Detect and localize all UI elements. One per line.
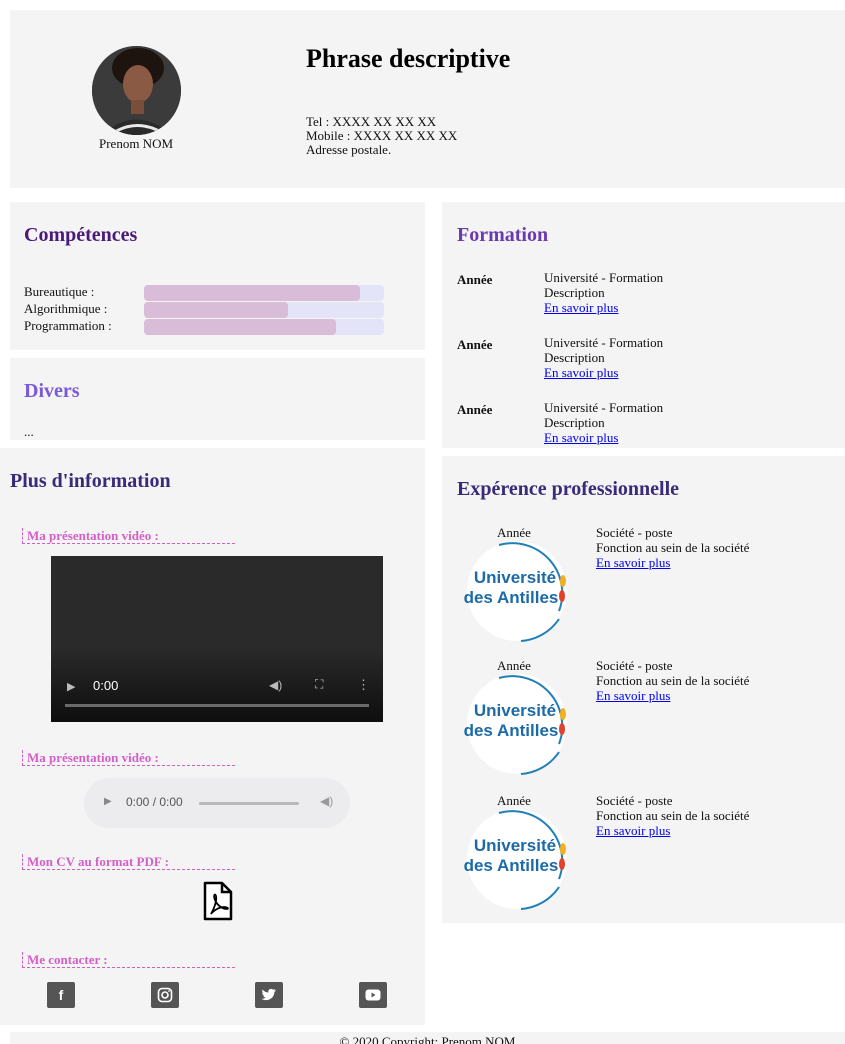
skill-row: Programmation : — [24, 318, 404, 335]
more-options-icon[interactable]: ⋮ — [357, 677, 370, 693]
youtube-icon[interactable] — [359, 982, 387, 1008]
pdf-label: Mon CV au format PDF : — [22, 854, 235, 870]
experience-item: Année Université des Antilles Société - p… — [457, 525, 837, 653]
audio-progress-bar[interactable] — [199, 802, 299, 805]
skill-row: Bureautique : — [24, 284, 404, 301]
play-icon[interactable]: ▶ — [104, 796, 112, 807]
experience-company: Société - poste — [596, 525, 673, 540]
experience-role: Fonction au sein de la société — [596, 673, 750, 688]
svg-text:des Antilles: des Antilles — [464, 721, 559, 740]
skills-section: Compétences Bureautique : Algorithmique … — [10, 202, 425, 350]
svg-text:des Antilles: des Antilles — [464, 588, 559, 607]
education-item: Année Université - Formation Description… — [457, 400, 837, 450]
learn-more-link[interactable]: En savoir plus — [544, 365, 618, 380]
svg-text:Université: Université — [474, 836, 556, 855]
education-desc: Description — [544, 285, 605, 300]
copyright-text: © 2020 Copyright: Prenom NOM — [339, 1034, 516, 1044]
education-school: Université - Formation — [544, 335, 664, 350]
education-item: Année Université - Formation Description… — [457, 335, 837, 385]
volume-icon[interactable]: ◀) — [320, 794, 333, 808]
learn-more-link[interactable]: En savoir plus — [596, 555, 670, 570]
twitter-icon[interactable] — [255, 982, 283, 1008]
svg-text:Université: Université — [474, 701, 556, 720]
experience-item: Année Université des Antilles Société - p… — [457, 658, 837, 786]
contact-info: Tel : XXXX XX XX XX Mobile : XXXX XX XX … — [306, 115, 457, 157]
skill-bar — [144, 285, 384, 301]
experience-title: Expérence professionnelle — [457, 478, 680, 500]
page-title: Phrase descriptive — [306, 44, 511, 73]
education-desc: Description — [544, 350, 605, 365]
more-info-section: Plus d'information Ma présentation vidéo… — [0, 448, 425, 1025]
experience-role: Fonction au sein de la société — [596, 808, 750, 823]
skill-label: Algorithmique : — [24, 301, 108, 316]
fullscreen-icon[interactable]: ⛶ — [315, 677, 323, 692]
video-controls: ▶ 0:00 ◀) ⛶ ⋮ — [51, 672, 383, 722]
education-year: Année — [457, 402, 493, 417]
facebook-icon[interactable]: f — [47, 982, 75, 1008]
experience-company: Société - poste — [596, 658, 673, 673]
audio-time: 0:00 / 0:00 — [126, 795, 183, 809]
volume-icon[interactable]: ◀) — [269, 678, 282, 692]
more-info-title: Plus d'information — [10, 470, 171, 492]
video-label: Ma présentation vidéo : — [22, 528, 235, 544]
education-title: Formation — [457, 224, 549, 246]
misc-title: Divers — [24, 380, 80, 402]
profile-name: Prenom NOM — [98, 136, 174, 151]
experience-item: Année Université des Antilles Société - p… — [457, 793, 837, 921]
skill-bar — [144, 319, 384, 335]
footer: © 2020 Copyright: Prenom NOM — [10, 1032, 845, 1044]
misc-text: ... — [24, 424, 34, 439]
experience-section: Expérence professionnelle Année Universi… — [442, 456, 845, 923]
instagram-icon[interactable] — [151, 982, 179, 1008]
mobile: Mobile : XXXX XX XX XX — [306, 128, 458, 143]
learn-more-link[interactable]: En savoir plus — [596, 688, 670, 703]
misc-section: Divers ... — [10, 358, 425, 440]
profile-header: Prenom NOM Phrase descriptive Tel : XXXX… — [10, 10, 845, 188]
skill-label: Programmation : — [24, 318, 112, 333]
learn-more-link[interactable]: En savoir plus — [544, 430, 618, 445]
university-logo: Université des Antilles — [459, 539, 575, 643]
education-desc: Description — [544, 415, 605, 430]
audio-label: Ma présentation vidéo : — [22, 750, 235, 766]
learn-more-link[interactable]: En savoir plus — [596, 823, 670, 838]
svg-text:Université: Université — [474, 568, 556, 587]
video-progress-bar[interactable] — [65, 704, 369, 707]
university-logo: Université des Antilles — [459, 672, 575, 776]
experience-company: Société - poste — [596, 793, 673, 808]
video-time: 0:00 — [93, 678, 119, 693]
play-icon[interactable]: ▶ — [67, 680, 75, 693]
university-logo: Université des Antilles — [459, 807, 575, 911]
avatar — [92, 46, 181, 135]
education-year: Année — [457, 337, 493, 352]
learn-more-link[interactable]: En savoir plus — [544, 300, 618, 315]
video-player[interactable]: ▶ 0:00 ◀) ⛶ ⋮ — [51, 556, 383, 722]
education-school: Université - Formation — [544, 400, 664, 415]
education-school: Université - Formation — [544, 270, 664, 285]
skill-bar — [144, 302, 384, 318]
skill-row: Algorithmique : — [24, 301, 404, 318]
education-year: Année — [457, 272, 493, 287]
education-item: Année Université - Formation Description… — [457, 270, 837, 320]
audio-player[interactable]: ▶ 0:00 / 0:00 ◀) — [84, 778, 350, 828]
pdf-icon[interactable] — [202, 881, 234, 921]
education-section: Formation Année Université - Formation D… — [442, 202, 845, 448]
contact-label: Me contacter : — [22, 952, 235, 968]
phone: Tel : XXXX XX XX XX — [306, 114, 437, 129]
address: Adresse postale. — [306, 142, 392, 157]
skills-title: Compétences — [24, 224, 138, 246]
skill-label: Bureautique : — [24, 284, 95, 299]
svg-text:des Antilles: des Antilles — [464, 856, 559, 875]
experience-role: Fonction au sein de la société — [596, 540, 750, 555]
